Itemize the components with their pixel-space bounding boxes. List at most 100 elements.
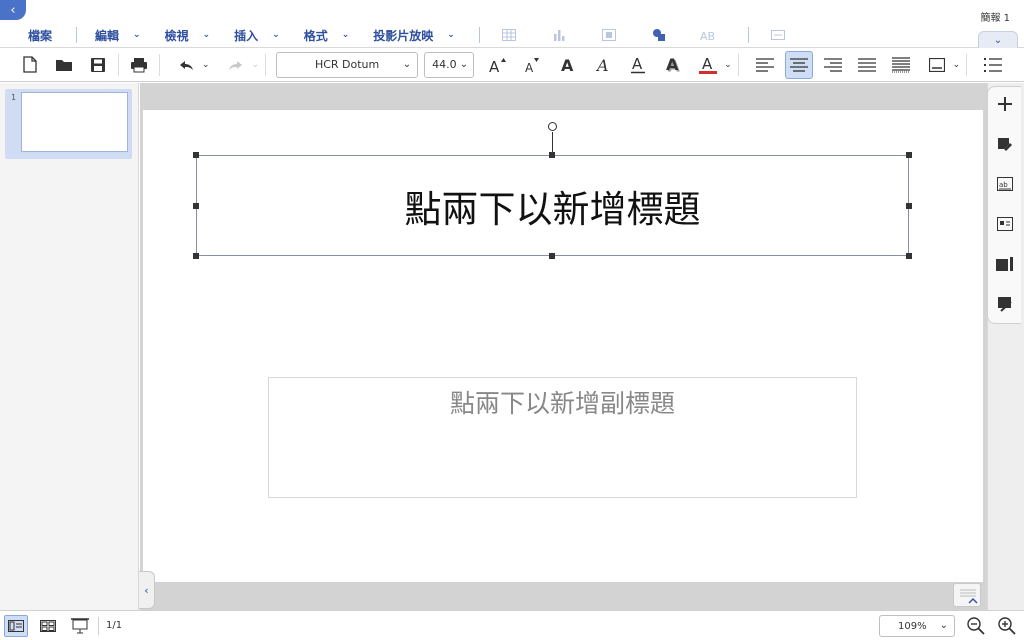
resize-handle-top[interactable]	[549, 152, 555, 158]
main-menu: 檔案 編輯 ⌄ 檢視 ⌄ 插入 ⌄ 格式 ⌄ 投影片放映 ⌄ AB	[28, 25, 817, 45]
normal-view-button[interactable]	[4, 615, 28, 637]
menu-edit[interactable]: 編輯 ⌄	[95, 27, 141, 44]
chevron-down-icon[interactable]: ⌄	[953, 60, 961, 70]
align-right-icon	[823, 57, 842, 72]
align-distributed-icon	[891, 56, 910, 72]
align-left-icon	[755, 57, 774, 72]
underline-button[interactable]: A	[624, 51, 652, 79]
italic-icon: A	[595, 57, 609, 73]
align-left-button[interactable]	[751, 51, 779, 79]
new-document-button[interactable]	[16, 51, 44, 79]
font-grow-icon: A	[489, 57, 507, 73]
align-justify-button[interactable]	[853, 51, 881, 79]
resize-handle-bottom-left[interactable]	[193, 253, 199, 259]
back-button[interactable]: ‹	[0, 0, 26, 20]
insert-wordart-icon[interactable]: AB	[698, 25, 720, 45]
font-color-button[interactable]: A	[694, 51, 722, 79]
chevron-left-icon: ‹	[10, 2, 16, 18]
layout-icon	[997, 217, 1013, 231]
increase-font-size-button[interactable]: A	[484, 51, 512, 79]
grid-view-icon	[40, 620, 56, 632]
open-button[interactable]	[50, 51, 78, 79]
resize-handle-right[interactable]	[906, 203, 912, 209]
resize-handle-top-left[interactable]	[193, 152, 199, 158]
insert-image-icon[interactable]	[598, 25, 620, 45]
menu-insert[interactable]: 插入 ⌄	[234, 27, 280, 44]
chevron-down-icon[interactable]: ⌄	[202, 60, 210, 70]
shape-style-button[interactable]	[995, 135, 1015, 155]
undo-button[interactable]	[172, 51, 200, 79]
rotate-handle[interactable]	[548, 122, 557, 131]
insert-table-icon[interactable]	[498, 25, 520, 45]
underline-icon: A	[631, 56, 646, 73]
text-shadow-button[interactable]: AA	[659, 51, 687, 79]
resize-handle-bottom-right[interactable]	[906, 253, 912, 259]
font-color-icon: A	[699, 56, 718, 74]
menu-divider	[76, 27, 78, 43]
menu-format-label: 格式	[303, 28, 328, 43]
slide-notes-button[interactable]	[995, 294, 1015, 314]
toggle-slides-panel-button[interactable]: ‹	[139, 571, 155, 609]
insert-shape-icon[interactable]	[648, 25, 670, 45]
zoom-select[interactable]: 109% ⌄	[879, 615, 955, 637]
chevron-left-icon: ‹	[144, 583, 149, 597]
subtitle-placeholder-text[interactable]: 點兩下以新增副標題	[450, 384, 675, 497]
insert-chart-icon[interactable]	[548, 25, 570, 45]
menu-slideshow[interactable]: 投影片放映 ⌄	[373, 27, 455, 44]
zoom-out-icon	[967, 617, 985, 635]
align-center-button[interactable]	[784, 50, 813, 79]
subtitle-placeholder-box[interactable]: 點兩下以新增副標題	[268, 377, 857, 498]
plus-icon	[998, 97, 1012, 111]
zoom-in-button[interactable]	[995, 615, 1019, 637]
layout-button[interactable]	[995, 214, 1015, 234]
decrease-font-size-button[interactable]: A	[519, 51, 547, 79]
new-document-icon	[23, 56, 37, 73]
resize-handle-bottom[interactable]	[549, 253, 555, 259]
slide-counter: 1/1	[106, 620, 123, 631]
zoom-out-button[interactable]	[964, 615, 988, 637]
slide-thumbnail[interactable]	[21, 92, 128, 152]
printer-icon	[131, 57, 147, 72]
arrange-icon	[996, 257, 1013, 271]
menu-format[interactable]: 格式 ⌄	[304, 27, 350, 44]
status-bar: 1/1 109% ⌄	[0, 610, 1024, 640]
text-box-options-button[interactable]	[923, 51, 951, 79]
add-button[interactable]	[995, 94, 1015, 114]
toolbar-divider	[265, 53, 267, 76]
arrange-button[interactable]	[995, 254, 1015, 274]
bold-button[interactable]: A	[554, 51, 582, 79]
title-placeholder-text[interactable]: 點兩下以新增標題	[405, 179, 701, 233]
notes-toggle-button[interactable]	[953, 583, 981, 607]
toolbar-divider	[118, 53, 119, 76]
slide-thumbnail-selected[interactable]: 1	[5, 89, 132, 159]
svg-text:AB: AB	[700, 30, 715, 41]
menu-view[interactable]: 檢視 ⌄	[165, 27, 211, 44]
text-style-button[interactable]: ab	[995, 174, 1015, 194]
font-family-select[interactable]: HCR Dotum ⌄	[276, 51, 419, 78]
print-button[interactable]	[125, 51, 153, 79]
italic-button[interactable]: A	[589, 51, 617, 79]
align-right-button[interactable]	[819, 51, 847, 79]
chevron-down-icon: ⌄	[272, 30, 280, 40]
chevron-down-icon: ⌄	[202, 30, 211, 40]
redo-button[interactable]	[222, 51, 250, 79]
insert-textbox-icon[interactable]	[767, 25, 789, 45]
save-button[interactable]	[84, 51, 112, 79]
menu-file[interactable]: 檔案	[28, 27, 52, 44]
align-distributed-button[interactable]	[887, 51, 915, 79]
title-placeholder-box[interactable]: 點兩下以新增標題	[196, 155, 909, 256]
status-divider	[98, 617, 99, 635]
numbered-list-button[interactable]	[979, 51, 1007, 79]
resize-handle-top-right[interactable]	[906, 152, 912, 158]
chevron-down-icon[interactable]: ⌄	[252, 60, 260, 70]
menu-file-label: 檔案	[28, 28, 53, 43]
slideshow-view-button[interactable]	[68, 615, 92, 637]
slide-sorter-view-button[interactable]	[36, 615, 60, 637]
save-icon	[91, 57, 105, 72]
resize-handle-left[interactable]	[193, 203, 199, 209]
chevron-down-icon[interactable]: ⌄	[724, 60, 732, 70]
toolbar-divider	[737, 53, 739, 76]
font-size-select[interactable]: 44.0 ⌄	[424, 51, 475, 78]
text-box-icon	[928, 57, 945, 72]
collapse-toolbar-button[interactable]: ⌄	[978, 31, 1018, 48]
